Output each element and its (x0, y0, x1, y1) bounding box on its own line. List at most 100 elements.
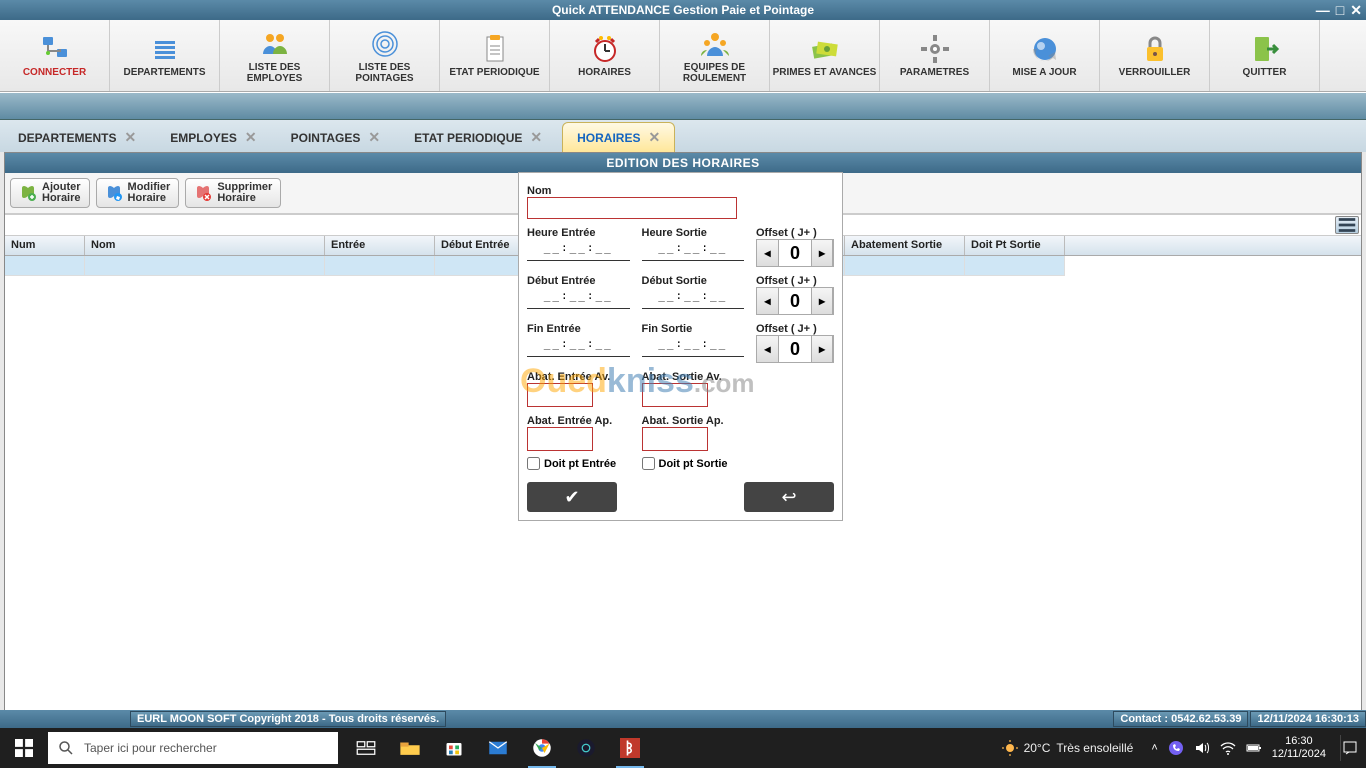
tray-chevron-icon[interactable]: ˄ (1151, 742, 1157, 754)
search-placeholder: Taper ici pour rechercher (84, 741, 217, 755)
abat-entree-av-label: Abat. Entrée Av. (527, 371, 630, 383)
tab-etat periodique[interactable]: ETAT PERIODIQUE✕ (400, 123, 556, 152)
col-header[interactable]: Doit Pt Sortie (965, 236, 1065, 255)
content-title: EDITION DES HORAIRES (5, 153, 1361, 173)
offset3-value: 0 (779, 336, 811, 362)
debut-sortie-input[interactable]: __:__:__ (642, 287, 745, 309)
toolbar-connect[interactable]: CONNECTER (0, 20, 110, 91)
toolbar-update[interactable]: MISE A JOUR (990, 20, 1100, 91)
taskbar-search[interactable]: Taper ici pour rechercher (48, 732, 338, 764)
toolbar-label: HORAIRES (578, 67, 631, 78)
toolbar-settings[interactable]: PARAMETRES (880, 20, 990, 91)
sub-add-button[interactable]: AjouterHoraire (10, 178, 90, 208)
offset3-dec[interactable]: ◂ (757, 336, 779, 362)
tab-label: HORAIRES (577, 131, 640, 145)
offset1-inc[interactable]: ▸ (811, 240, 833, 266)
heure-sortie-input[interactable]: __:__:__ (642, 239, 745, 261)
col-header[interactable]: Num (5, 236, 85, 255)
column-config-button[interactable] (1335, 216, 1359, 234)
start-button[interactable] (0, 728, 48, 768)
toolbar-label: PARAMETRES (900, 67, 969, 78)
toolbar-report[interactable]: ETAT PERIODIQUE (440, 20, 550, 91)
windows-taskbar: Taper ici pour rechercher 20°C Très enso… (0, 728, 1366, 768)
toolbar-departments[interactable]: DEPARTEMENTS (110, 20, 220, 91)
offset3-inc[interactable]: ▸ (811, 336, 833, 362)
battery-icon[interactable] (1246, 740, 1262, 756)
toolbar-label: QUITTER (1243, 67, 1287, 78)
doit-entree-checkbox[interactable] (527, 457, 540, 470)
heure-entree-input[interactable]: __:__:__ (527, 239, 630, 261)
toolbar-lock[interactable]: VERROUILLER (1100, 20, 1210, 91)
app2-icon[interactable] (608, 728, 652, 768)
tab-label: DEPARTEMENTS (18, 131, 116, 145)
tab-pointages[interactable]: POINTAGES ✕ (277, 123, 395, 152)
nom-input[interactable] (527, 197, 737, 219)
debut-entree-input[interactable]: __:__:__ (527, 287, 630, 309)
employees-icon (255, 28, 295, 60)
tab-close-icon[interactable]: ✕ (245, 129, 257, 146)
clock-icon (585, 33, 625, 65)
tab-close-icon[interactable]: ✕ (530, 129, 542, 146)
viber-icon[interactable] (1168, 740, 1184, 756)
abat-sortie-av-input[interactable] (642, 383, 708, 407)
tab-horaires[interactable]: HORAIRES ✕ (562, 122, 675, 152)
col-header[interactable]: Nom (85, 236, 325, 255)
col-header[interactable]: Entrée (325, 236, 435, 255)
doit-sortie-checkbox[interactable] (642, 457, 655, 470)
fin-sortie-input[interactable]: __:__:__ (642, 335, 745, 357)
offset3-spinner[interactable]: ◂0▸ (756, 335, 834, 363)
notifications-icon[interactable] (1340, 735, 1358, 761)
offset2-inc[interactable]: ▸ (811, 288, 833, 314)
confirm-button[interactable]: ✔ (527, 482, 617, 512)
toolbar-label: CONNECTER (23, 67, 86, 78)
offset2-label: Offset ( J+ ) (756, 275, 834, 287)
minimize-button[interactable]: — (1316, 2, 1330, 19)
toolbar-money[interactable]: PRIMES ET AVANCES (770, 20, 880, 91)
departments-icon (145, 33, 185, 65)
toolbar-clock[interactable]: HORAIRES (550, 20, 660, 91)
app1-icon[interactable] (564, 728, 608, 768)
col-header[interactable]: Abatement Sortie (845, 236, 965, 255)
money-icon (805, 33, 845, 65)
weather-text: Très ensoleillé (1056, 741, 1133, 755)
tab-departements[interactable]: DEPARTEMENTS ✕ (4, 123, 150, 152)
volume-icon[interactable] (1194, 740, 1210, 756)
offset1-spinner[interactable]: ◂0▸ (756, 239, 834, 267)
maximize-button[interactable]: □ (1336, 2, 1344, 19)
tab-employes[interactable]: EMPLOYES✕ (156, 123, 270, 152)
toolbar-team[interactable]: EQUIPES DE ROULEMENT (660, 20, 770, 91)
taskbar-clock[interactable]: 16:30 12/11/2024 (1272, 735, 1326, 761)
sub-delete-button[interactable]: SupprimerHoraire (185, 178, 281, 208)
offset1-dec[interactable]: ◂ (757, 240, 779, 266)
status-datetime: 12/11/2024 16:30:13 (1250, 711, 1366, 727)
store-icon[interactable] (432, 728, 476, 768)
chrome-icon[interactable] (520, 728, 564, 768)
mail-icon[interactable] (476, 728, 520, 768)
tab-close-icon[interactable]: ✕ (124, 129, 136, 146)
toolbar-employees[interactable]: LISTE DES EMPLOYES (220, 20, 330, 91)
weather-widget[interactable]: 20°C Très ensoleillé (1002, 740, 1134, 756)
sub-edit-button[interactable]: ModifierHoraire (96, 178, 180, 208)
close-button[interactable]: ✕ (1350, 2, 1362, 19)
abat-entree-ap-input[interactable] (527, 427, 593, 451)
cancel-button[interactable]: ↩ (744, 482, 834, 512)
tab-close-icon[interactable]: ✕ (368, 129, 380, 146)
abat-entree-av-input[interactable] (527, 383, 593, 407)
fin-entree-input[interactable]: __:__:__ (527, 335, 630, 357)
offset2-dec[interactable]: ◂ (757, 288, 779, 314)
offset3-label: Offset ( J+ ) (756, 323, 834, 335)
wifi-icon[interactable] (1220, 740, 1236, 756)
explorer-icon[interactable] (388, 728, 432, 768)
main-toolbar: CONNECTER DEPARTEMENTSLISTE DES EMPLOYESL… (0, 20, 1366, 92)
toolbar-exit[interactable]: QUITTER (1210, 20, 1320, 91)
offset2-spinner[interactable]: ◂0▸ (756, 287, 834, 315)
status-copyright: EURL MOON SOFT Copyright 2018 - Tous dro… (130, 711, 446, 727)
tab-close-icon[interactable]: ✕ (648, 129, 660, 146)
abat-sortie-ap-input[interactable] (642, 427, 708, 451)
toolbar-fingerprint[interactable]: LISTE DES POINTAGES (330, 20, 440, 91)
update-icon (1025, 33, 1065, 65)
task-view-icon[interactable] (344, 728, 388, 768)
debut-sortie-label: Début Sortie (642, 275, 745, 287)
toolbar-label: EQUIPES DE ROULEMENT (662, 62, 767, 84)
tab-label: POINTAGES (291, 131, 361, 145)
